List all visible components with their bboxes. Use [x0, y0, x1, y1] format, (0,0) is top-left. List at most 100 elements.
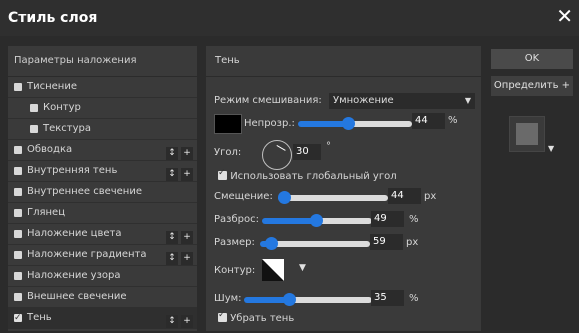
effect-checkbox[interactable] [14, 230, 22, 238]
knockout-checkbox[interactable] [218, 310, 227, 322]
spread-slider[interactable] [262, 214, 372, 227]
shadow-settings-panel: Тень Режим смешивания: Умножение ▼ Непро… [206, 46, 481, 331]
noise-slider[interactable] [244, 293, 372, 306]
slider-handle[interactable] [309, 214, 323, 227]
effect-item[interactable]: Тиснение [8, 77, 197, 98]
effect-label: Наложение узора [27, 270, 121, 281]
size-slider[interactable] [260, 237, 370, 250]
effect-item[interactable]: Внутренняя тень ↕ + [8, 161, 197, 182]
knockout-option[interactable]: Убрать тень [218, 310, 295, 324]
angle-dial-indicator [276, 145, 286, 151]
opacity-label: Непрозр.: [244, 118, 295, 129]
contour-preview[interactable] [262, 259, 284, 281]
chevron-down-icon: ▼ [464, 96, 471, 105]
effect-item[interactable]: Наложение узора [8, 266, 197, 287]
effect-checkbox[interactable] [30, 104, 38, 112]
offset-input[interactable]: 44 [388, 188, 421, 204]
dialog-title: Стиль слоя [8, 10, 98, 26]
effect-label: Глянец [27, 207, 66, 218]
close-icon[interactable]: ✕ [556, 4, 573, 28]
effect-item[interactable]: Внешнее свечение [8, 287, 197, 308]
add-icon[interactable]: + [181, 315, 193, 328]
effect-actions: ↕ + [163, 227, 193, 247]
angle-dial[interactable] [262, 140, 292, 170]
style-preview [509, 116, 545, 152]
angle-input[interactable]: 30 [293, 144, 321, 160]
effect-item[interactable]: Тень ↕+ [8, 308, 197, 329]
blend-mode-value: Умножение [333, 95, 394, 106]
effect-checkbox[interactable] [14, 293, 22, 301]
effect-checkbox[interactable] [14, 83, 22, 91]
global-angle-label: Использовать глобальный угол [230, 171, 397, 182]
effect-item[interactable]: Текстура [8, 119, 197, 140]
effect-item[interactable]: Обводка ↕ + [8, 140, 197, 161]
slider-handle[interactable] [265, 237, 278, 250]
effect-item[interactable]: Наложение цвета ↕ + [8, 224, 197, 245]
effect-label: Текстура [43, 123, 92, 134]
slider-track [271, 241, 370, 247]
slider-handle[interactable] [282, 293, 296, 306]
offset-unit: px [424, 191, 437, 202]
slider-fill [298, 121, 349, 127]
contour-label: Контур: [214, 265, 256, 276]
effect-checkbox[interactable] [30, 125, 38, 133]
effect-label: Тень [27, 312, 52, 323]
blend-mode-select[interactable]: Умножение ▼ [329, 93, 475, 109]
blending-options-item[interactable]: Параметры наложения [8, 46, 197, 77]
effect-actions: ↕ + [163, 143, 193, 163]
chevron-down-icon[interactable]: ▼ [299, 263, 306, 273]
size-input[interactable]: 59 [370, 234, 403, 250]
slider-fill [262, 218, 316, 224]
effect-checkbox[interactable] [14, 146, 22, 154]
noise-unit: % [409, 293, 419, 304]
add-icon[interactable]: + [181, 168, 193, 181]
effect-item[interactable]: Внутреннее свечение [8, 182, 197, 203]
effect-label: Наложение цвета [27, 228, 122, 239]
opacity-unit: % [448, 115, 458, 126]
noise-input[interactable]: 35 [371, 290, 404, 306]
opacity-input[interactable]: 44 [412, 113, 445, 129]
slider-track [315, 218, 372, 224]
effect-checkbox[interactable] [14, 188, 22, 196]
effect-checkbox[interactable] [14, 209, 22, 217]
offset-slider[interactable] [277, 191, 388, 204]
effect-label: Наложение градиента [27, 249, 147, 260]
effect-checkbox[interactable] [14, 167, 22, 175]
global-angle-checkbox[interactable] [218, 168, 227, 180]
add-icon[interactable]: + [181, 231, 193, 244]
define-preset-button[interactable]: Определить + [491, 76, 573, 96]
layer-style-dialog: Стиль слоя ✕ Параметры наложения Тиснени… [0, 0, 579, 333]
size-unit: px [406, 237, 419, 248]
effect-checkbox[interactable] [14, 272, 22, 280]
spread-unit: % [409, 214, 419, 225]
reorder-icon[interactable]: ↕ [166, 252, 178, 265]
spread-input[interactable]: 49 [371, 211, 404, 227]
slider-handle[interactable] [277, 191, 291, 204]
slider-handle[interactable] [342, 117, 356, 130]
effect-actions: ↕ + [163, 164, 193, 184]
add-icon[interactable]: + [181, 252, 193, 265]
ok-button[interactable]: OK [491, 49, 573, 69]
chevron-down-icon[interactable]: ▼ [548, 144, 554, 153]
spread-label: Разброс: [214, 214, 259, 225]
knockout-label: Убрать тень [230, 313, 295, 324]
reorder-icon[interactable]: ↕ [166, 315, 178, 328]
shadow-color-swatch[interactable] [214, 114, 242, 134]
effect-label: Внутреннее свечение [27, 186, 142, 197]
effects-list: Тиснение Контур Текстура Обводка ↕ + Внутрення… [8, 77, 197, 329]
global-angle-option[interactable]: Использовать глобальный угол [218, 168, 397, 182]
slider-track [348, 121, 412, 127]
effects-list-panel: Параметры наложения Тиснение Контур Тексту… [8, 46, 197, 331]
reorder-icon[interactable]: ↕ [166, 147, 178, 160]
opacity-slider[interactable] [298, 117, 412, 130]
effect-item[interactable]: Глянец [8, 203, 197, 224]
effect-actions: ↕ + [163, 311, 193, 331]
effect-checkbox[interactable] [14, 308, 22, 328]
add-icon[interactable]: + [181, 147, 193, 160]
effect-item[interactable]: Наложение градиента ↕ + [8, 245, 197, 266]
reorder-icon[interactable]: ↕ [166, 168, 178, 181]
offset-label: Смещение: [214, 191, 273, 202]
reorder-icon[interactable]: ↕ [166, 231, 178, 244]
effect-item[interactable]: Контур [8, 98, 197, 119]
effect-checkbox[interactable] [14, 251, 22, 259]
